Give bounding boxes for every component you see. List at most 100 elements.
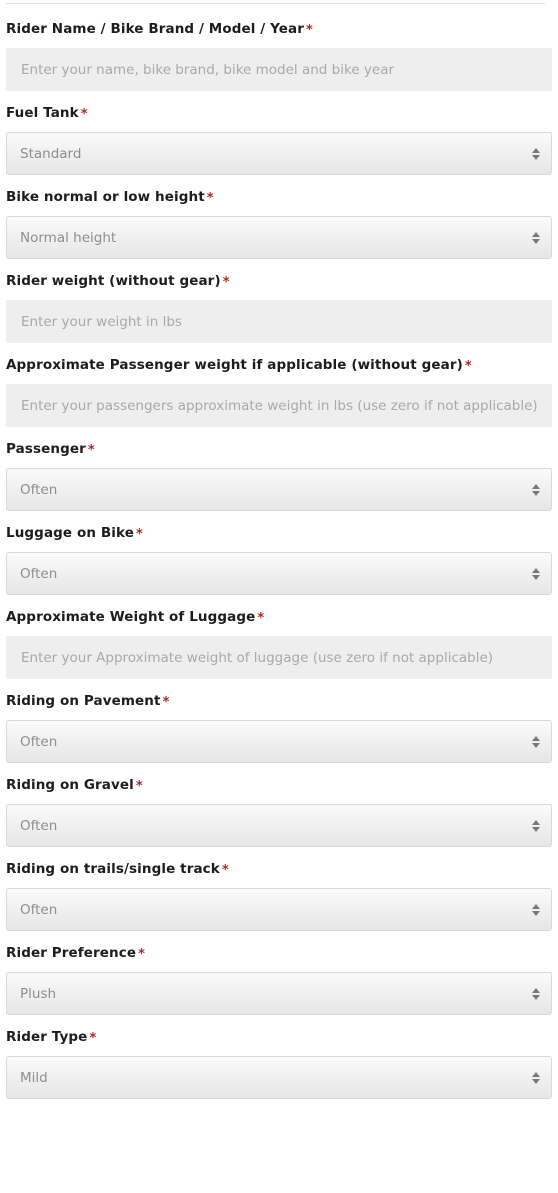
field-label-text: Approximate Weight of Luggage [6, 609, 256, 625]
field-label-text: Riding on Gravel [6, 777, 134, 793]
chevron-up-icon [531, 147, 540, 153]
form-field-rider-name-bike: Rider Name / Bike Brand / Model / Year * [0, 21, 558, 91]
required-asterisk: * [135, 779, 143, 794]
select-spinner-icon[interactable] [531, 1069, 540, 1087]
chevron-down-icon [531, 574, 540, 580]
chevron-up-icon [531, 483, 540, 489]
chevron-up-icon [531, 735, 540, 741]
select-riding-on-pavement[interactable]: Often [6, 720, 552, 763]
chevron-up-icon [531, 819, 540, 825]
field-label-rider-type: Rider Type * [6, 1029, 552, 1046]
select-spinner-icon[interactable] [531, 229, 540, 247]
form-field-rider-type: Rider Type * Mild [0, 1029, 558, 1099]
input-rider-name-bike[interactable] [6, 48, 552, 91]
required-asterisk: * [222, 275, 230, 290]
select-passenger[interactable]: Often [6, 468, 552, 511]
field-label-text: Rider weight (without gear) [6, 273, 221, 289]
select-luggage-on-bike[interactable]: Often [6, 552, 552, 595]
select-spinner-icon[interactable] [531, 145, 540, 163]
required-asterisk: * [257, 611, 265, 626]
form-field-riding-on-gravel: Riding on Gravel * Often [0, 777, 558, 847]
select-fuel-tank[interactable]: Standard [6, 132, 552, 175]
field-label-riding-on-pavement: Riding on Pavement * [6, 693, 552, 710]
form-field-luggage-weight: Approximate Weight of Luggage * [0, 609, 558, 679]
field-label-text: Rider Preference [6, 945, 137, 961]
chevron-down-icon [531, 238, 540, 244]
chevron-down-icon [531, 994, 540, 1000]
chevron-down-icon [531, 910, 540, 916]
form-field-passenger-weight: Approximate Passenger weight if applicab… [0, 357, 558, 427]
field-label-passenger: Passenger * [6, 441, 552, 458]
field-label-luggage-on-bike: Luggage on Bike * [6, 525, 552, 542]
select-value-fuel-tank: Standard [20, 145, 82, 162]
field-label-text: Riding on Pavement [6, 693, 161, 709]
form-field-riding-on-pavement: Riding on Pavement * Often [0, 693, 558, 763]
select-riding-on-gravel[interactable]: Often [6, 804, 552, 847]
chevron-up-icon [531, 231, 540, 237]
chevron-up-icon [531, 903, 540, 909]
field-label-text: Passenger [6, 441, 86, 457]
select-value-rider-type: Mild [20, 1069, 48, 1086]
chevron-down-icon [531, 1078, 540, 1084]
form-field-rider-preference: Rider Preference * Plush [0, 945, 558, 1015]
chevron-up-icon [531, 987, 540, 993]
field-label-rider-weight: Rider weight (without gear) * [6, 273, 552, 290]
field-label-riding-on-trails: Riding on trails/single track * [6, 861, 552, 878]
required-asterisk: * [80, 107, 88, 122]
field-label-fuel-tank: Fuel Tank * [6, 105, 552, 122]
field-label-luggage-weight: Approximate Weight of Luggage * [6, 609, 552, 626]
chevron-up-icon [531, 567, 540, 573]
select-rider-preference[interactable]: Plush [6, 972, 552, 1015]
input-passenger-weight[interactable] [6, 384, 552, 427]
select-value-bike-height: Normal height [20, 229, 117, 246]
input-rider-weight[interactable] [6, 300, 552, 343]
required-asterisk: * [206, 191, 214, 206]
field-label-passenger-weight: Approximate Passenger weight if applicab… [6, 357, 552, 374]
field-label-text: Rider Type [6, 1029, 88, 1045]
select-spinner-icon[interactable] [531, 733, 540, 751]
required-asterisk: * [138, 947, 146, 962]
select-rider-type[interactable]: Mild [6, 1056, 552, 1099]
select-value-passenger: Often [20, 481, 58, 498]
required-asterisk: * [221, 863, 229, 878]
select-spinner-icon[interactable] [531, 901, 540, 919]
select-value-riding-on-gravel: Often [20, 817, 58, 834]
select-spinner-icon[interactable] [531, 481, 540, 499]
select-value-riding-on-trails: Often [20, 901, 58, 918]
select-riding-on-trails[interactable]: Often [6, 888, 552, 931]
field-label-text: Approximate Passenger weight if applicab… [6, 357, 463, 373]
select-value-luggage-on-bike: Often [20, 565, 58, 582]
chevron-up-icon [531, 1071, 540, 1077]
form-field-passenger: Passenger * Often [0, 441, 558, 511]
select-spinner-icon[interactable] [531, 985, 540, 1003]
select-value-rider-preference: Plush [20, 985, 57, 1002]
field-label-text: Rider Name / Bike Brand / Model / Year [6, 21, 304, 37]
chevron-down-icon [531, 154, 540, 160]
required-asterisk: * [135, 527, 143, 542]
rider-setup-form: Rider Name / Bike Brand / Model / Year*F… [0, 0, 558, 1113]
select-bike-height[interactable]: Normal height [6, 216, 552, 259]
select-spinner-icon[interactable] [531, 817, 540, 835]
required-asterisk: * [464, 359, 472, 374]
form-field-fuel-tank: Fuel Tank * Standard [0, 105, 558, 175]
chevron-down-icon [531, 826, 540, 832]
field-label-riding-on-gravel: Riding on Gravel * [6, 777, 552, 794]
field-label-text: Fuel Tank [6, 105, 79, 121]
form-field-rider-weight: Rider weight (without gear) * [0, 273, 558, 343]
form-field-riding-on-trails: Riding on trails/single track * Often [0, 861, 558, 931]
form-field-luggage-on-bike: Luggage on Bike * Often [0, 525, 558, 595]
select-value-riding-on-pavement: Often [20, 733, 58, 750]
field-label-bike-height: Bike normal or low height * [6, 189, 552, 206]
select-spinner-icon[interactable] [531, 565, 540, 583]
required-asterisk: * [87, 443, 95, 458]
field-label-text: Luggage on Bike [6, 525, 134, 541]
required-asterisk: * [162, 695, 170, 710]
input-luggage-weight[interactable] [6, 636, 552, 679]
required-asterisk: * [89, 1031, 97, 1046]
chevron-down-icon [531, 742, 540, 748]
form-field-bike-height: Bike normal or low height * Normal height [0, 189, 558, 259]
chevron-down-icon [531, 490, 540, 496]
required-asterisk: * [305, 23, 313, 38]
field-label-text: Bike normal or low height [6, 189, 205, 205]
field-label-rider-preference: Rider Preference * [6, 945, 552, 962]
